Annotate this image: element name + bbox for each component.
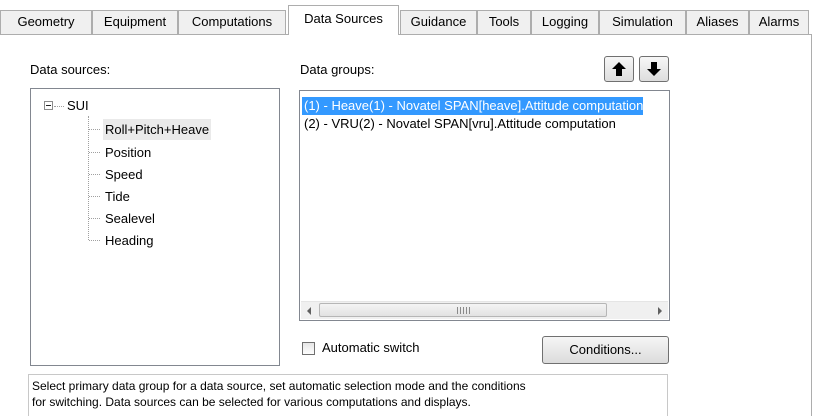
tab-simulation[interactable]: Simulation (599, 10, 686, 34)
tree-item-label: Tide (105, 189, 130, 204)
tab-computations[interactable]: Computations (178, 10, 286, 34)
conditions-button[interactable]: Conditions... (542, 336, 669, 364)
scroll-left-icon[interactable] (301, 302, 318, 319)
tab-geometry[interactable]: Geometry (0, 10, 92, 34)
collapse-icon[interactable] (44, 101, 53, 110)
move-up-button[interactable] (604, 56, 634, 82)
tree-connector (54, 106, 64, 107)
description-text: Select primary data group for a data sou… (28, 374, 668, 416)
data-sources-tree[interactable]: SUI Roll+Pitch+Heave Position Speed Tide… (30, 88, 280, 366)
data-groups-list[interactable]: (1) - Heave(1) - Novatel SPAN[heave].Att… (299, 90, 670, 321)
tab-guidance[interactable]: Guidance (400, 10, 477, 34)
description-line-1: Select primary data group for a data sou… (32, 379, 526, 393)
data-sources-label: Data sources: (30, 62, 111, 77)
tree-root-label: SUI (67, 98, 89, 113)
arrow-down-icon (647, 62, 661, 76)
description-line-2: for switching. Data sources can be selec… (32, 395, 471, 409)
scroll-right-icon[interactable] (651, 302, 668, 319)
horizontal-scrollbar[interactable] (301, 301, 668, 319)
tree-item-label: Heading (105, 233, 154, 248)
tree-item-label: Position (105, 145, 152, 160)
tab-aliases[interactable]: Aliases (686, 10, 749, 34)
automatic-switch-label[interactable]: Automatic switch (322, 340, 420, 355)
scrollbar-thumb[interactable] (319, 303, 607, 317)
tab-logging[interactable]: Logging (531, 10, 599, 34)
tree-item-label: Speed (105, 167, 143, 182)
list-item[interactable]: (1) - Heave(1) - Novatel SPAN[heave].Att… (302, 97, 644, 115)
tab-data-sources[interactable]: Data Sources (288, 5, 399, 35)
list-item[interactable]: (2) - VRU(2) - Novatel SPAN[vru].Attitud… (302, 115, 616, 133)
arrow-up-icon (612, 62, 626, 76)
tree-guide-line (88, 116, 89, 240)
grip-icon (457, 307, 470, 314)
data-groups-label: Data groups: (300, 62, 375, 77)
tree-item-label: Sealevel (105, 211, 155, 226)
tree-item-label: Roll+Pitch+Heave (103, 119, 212, 140)
tab-tools[interactable]: Tools (477, 10, 531, 34)
move-down-button[interactable] (639, 56, 669, 82)
tab-equipment[interactable]: Equipment (92, 10, 178, 34)
tab-alarms[interactable]: Alarms (749, 10, 809, 34)
automatic-switch-checkbox[interactable] (302, 342, 315, 355)
